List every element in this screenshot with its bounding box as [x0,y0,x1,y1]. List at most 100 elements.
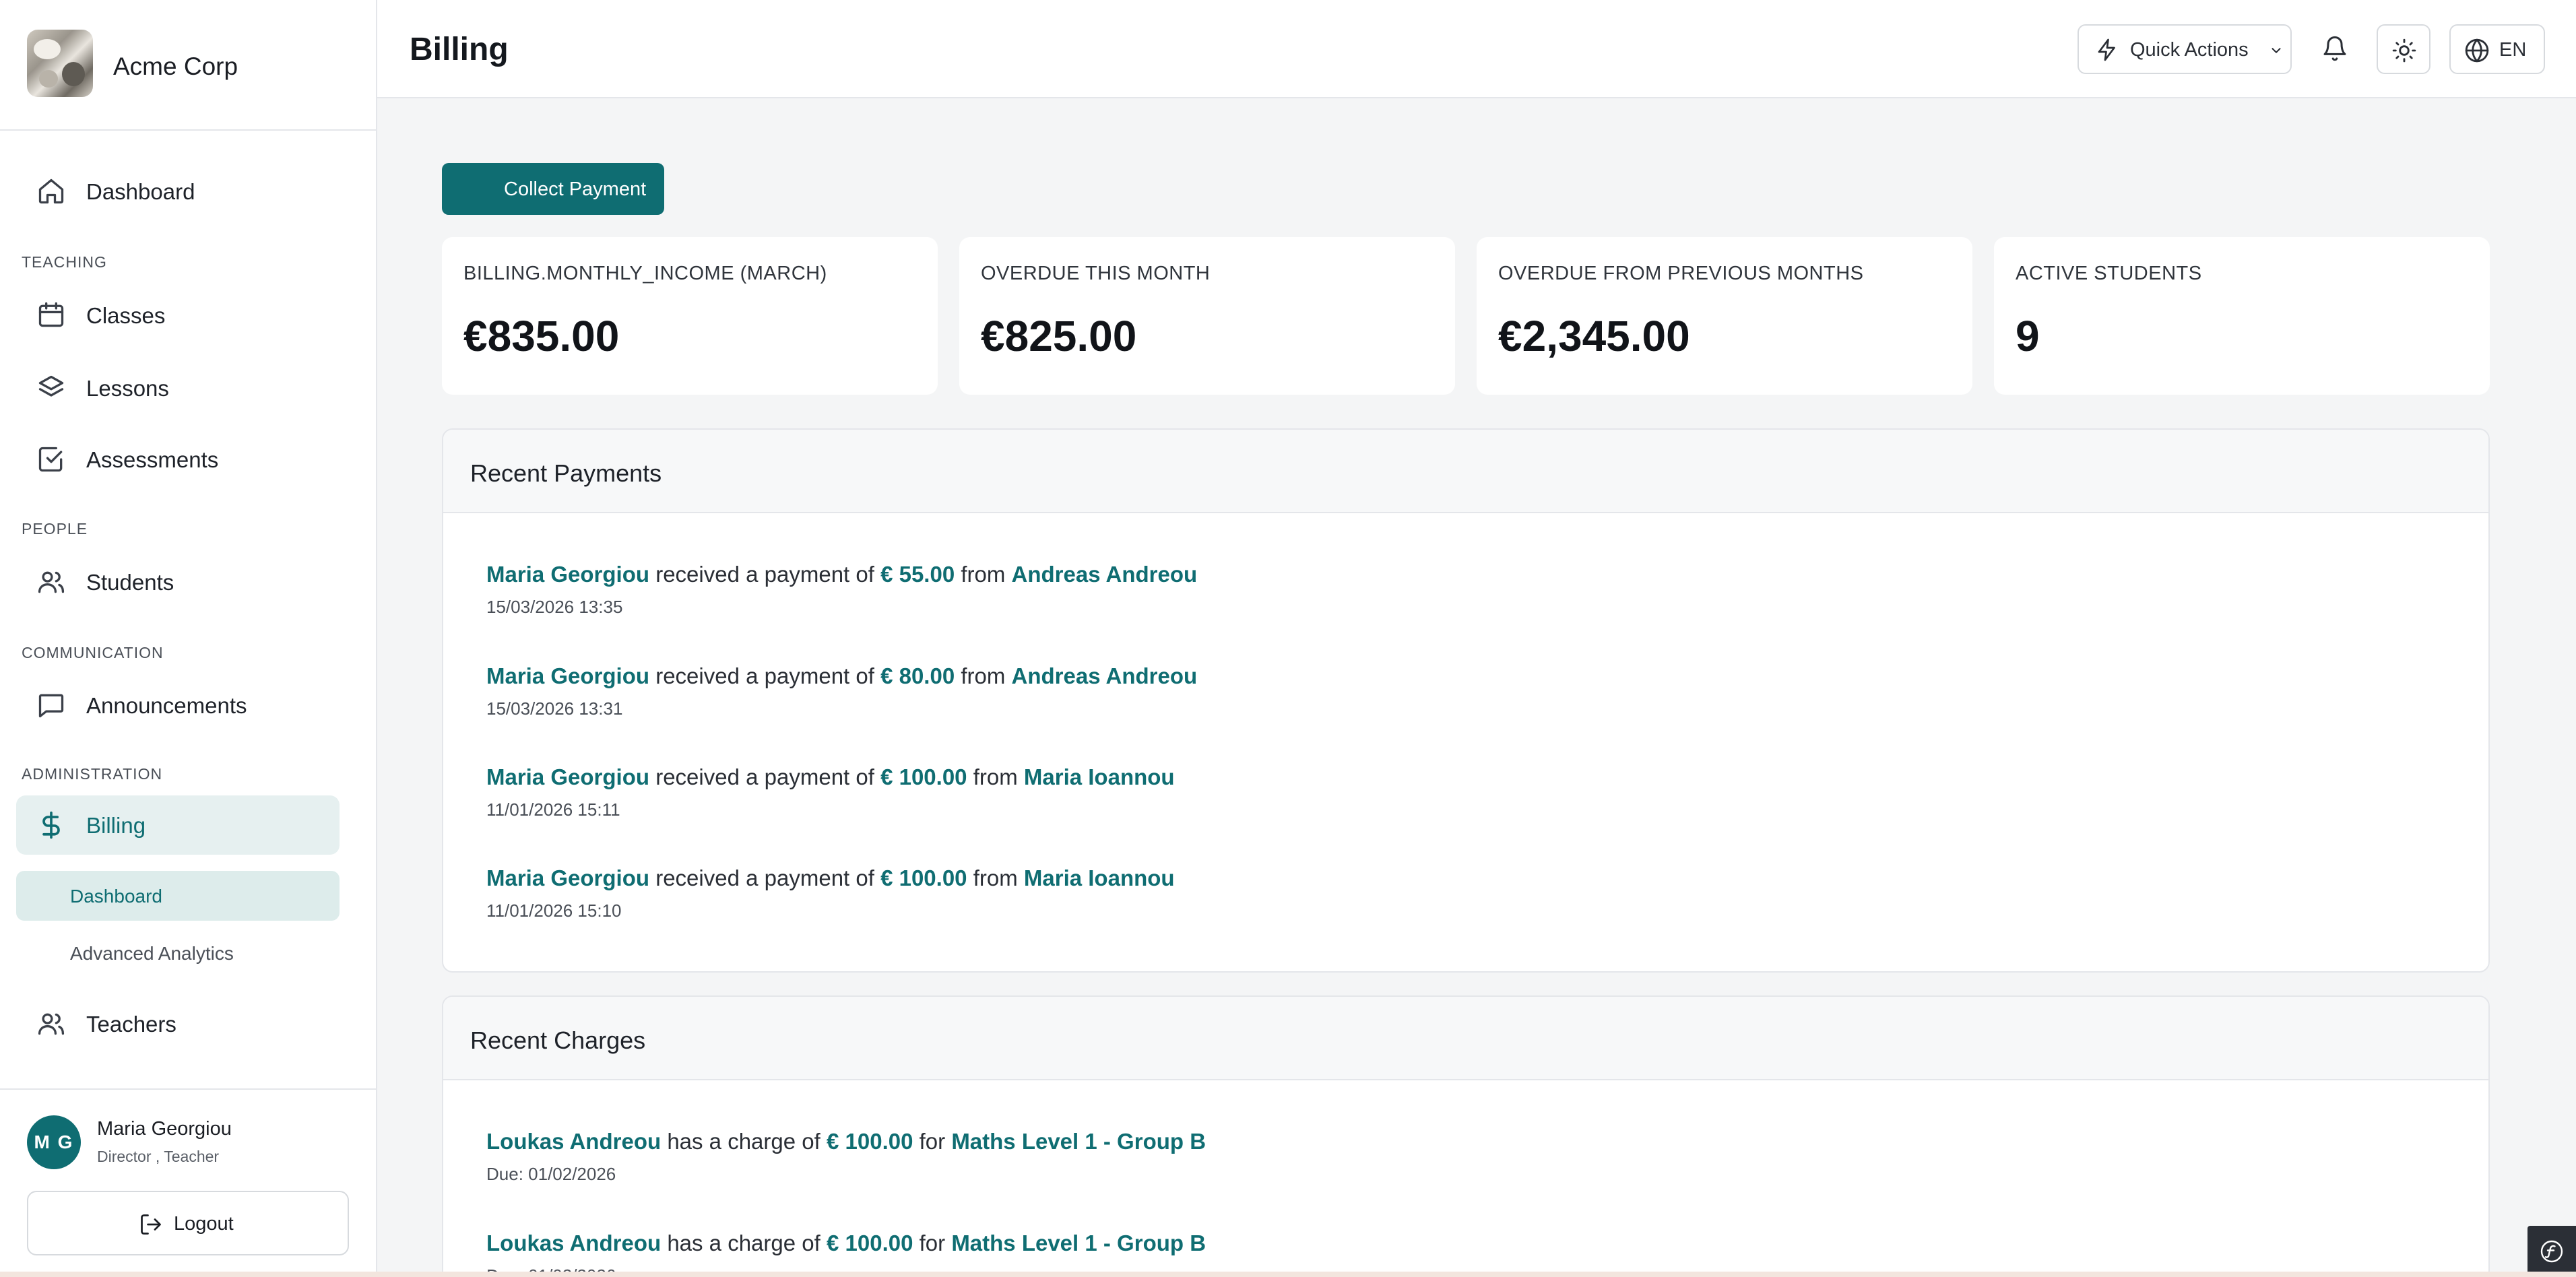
zap-icon [2098,38,2115,61]
sidebar-item-label: Billing [86,813,146,838]
sidebar-item-students[interactable]: Students [16,552,340,612]
payment-payer-link[interactable]: Andreas Andreou [1012,663,1198,688]
payment-date: 15/03/2026 13:31 [486,698,623,719]
section-label-people: PEOPLE [22,520,88,537]
charge-amount: € 100.00 [826,1129,913,1154]
sidebar-item-label: Announcements [86,693,247,718]
quick-actions-button[interactable]: Quick Actions [2078,24,2292,74]
payment-payer-link[interactable]: Andreas Andreou [1012,562,1198,587]
charge-text: has a charge of [667,1231,820,1255]
message-icon [38,694,64,718]
logout-icon [141,1214,161,1235]
section-label-communication: COMMUNICATION [22,644,164,661]
top-header: Billing Quick Actions EN [377,0,2576,98]
section-label-administration: ADMINISTRATION [22,765,163,783]
recent-charges-panel: Recent Charges Loukas Andreou has a char… [442,995,2490,1277]
payment-date: 11/01/2026 15:10 [486,901,622,921]
payment-payer-link[interactable]: Maria Ioannou [1024,764,1175,789]
charge-text: has a charge of [667,1129,820,1154]
panel-title: Recent Charges [470,1026,646,1054]
payment-amount: € 55.00 [880,562,955,587]
collect-payment-button[interactable]: Collect Payment [442,163,664,215]
sidebar-subitem-label: Advanced Analytics [70,943,234,964]
brand-logo [27,30,93,97]
sidebar-item-classes[interactable]: Classes [16,286,340,345]
sun-icon [2392,38,2416,63]
sidebar-item-label: Lessons [86,376,169,401]
charge-student-link[interactable]: Loukas Andreou [486,1231,661,1255]
payment-text: from [973,865,1018,890]
payment-amount: € 100.00 [880,865,967,890]
stat-card-active-students: ACTIVE STUDENTS 9 [1994,237,2490,395]
charge-group-link[interactable]: Maths Level 1 - Group B [951,1129,1206,1154]
sidebar-item-billing[interactable]: Billing [16,795,340,855]
sidebar-subitem-advanced-analytics[interactable]: Advanced Analytics [16,928,340,978]
payment-text: received a payment of [655,865,874,890]
calendar-icon [38,302,64,327]
panel-title: Recent Payments [470,459,662,487]
charge-text: for [919,1129,946,1154]
charge-text: for [919,1231,946,1255]
sidebar-item-announcements[interactable]: Announcements [16,676,340,735]
stat-card-overdue-this-month: OVERDUE THIS MONTH €825.00 [959,237,1455,395]
theme-toggle-button[interactable] [2377,24,2430,74]
payment-entry: Maria Georgiou received a payment of € 1… [486,764,1175,820]
language-button[interactable]: EN [2449,24,2545,74]
stat-label: OVERDUE THIS MONTH [981,263,1211,284]
users-icon [38,1013,65,1035]
sidebar-item-label: Classes [86,303,166,328]
sidebar-item-dashboard[interactable]: Dashboard [16,162,340,221]
charge-amount: € 100.00 [826,1231,913,1255]
bell-icon[interactable] [2321,35,2348,62]
payment-recipient-link[interactable]: Maria Georgiou [486,764,649,789]
logout-button[interactable]: Logout [27,1191,349,1255]
charge-due-date: Due: 01/02/2026 [486,1164,616,1184]
avatar[interactable]: M G [27,1115,81,1169]
debug-toolbar-badge[interactable] [2527,1226,2576,1277]
stat-card-overdue-previous-months: OVERDUE FROM PREVIOUS MONTHS €2,345.00 [1477,237,1972,395]
payment-text: from [961,663,1006,688]
page-title: Billing [410,32,509,67]
globe-icon [2465,38,2489,63]
stat-label: BILLING.MONTHLY_INCOME (MARCH) [463,263,827,284]
charge-student-link[interactable]: Loukas Andreou [486,1129,661,1154]
recent-payments-panel: Recent Payments Maria Georgiou received … [442,428,2490,973]
stat-card-monthly-income: BILLING.MONTHLY_INCOME (MARCH) €835.00 [442,237,938,395]
payment-payer-link[interactable]: Maria Ioannou [1024,865,1175,890]
framework-logo-icon [2540,1240,2563,1263]
stat-value: €825.00 [981,312,1137,360]
panel-header: Recent Payments [443,430,2488,513]
sidebar-subitem-label: Dashboard [70,886,162,907]
payment-text: from [961,562,1006,587]
stat-label: ACTIVE STUDENTS [2016,263,2202,284]
user-panel: M G Maria Georgiou Director , Teacher Lo… [0,1088,376,1277]
collect-payment-label: Collect Payment [504,178,647,200]
payment-date: 11/01/2026 15:11 [486,799,620,820]
payment-recipient-link[interactable]: Maria Georgiou [486,663,649,688]
payment-amount: € 80.00 [880,663,955,688]
charge-group-link[interactable]: Maths Level 1 - Group B [951,1231,1206,1255]
sidebar-item-label: Assessments [86,447,219,472]
payment-entry: Maria Georgiou received a payment of € 1… [486,865,1175,921]
payment-entry: Maria Georgiou received a payment of € 8… [486,663,1197,719]
payment-text: received a payment of [655,764,874,789]
section-label-teaching: TEACHING [22,253,107,271]
quick-actions-label: Quick Actions [2130,39,2249,61]
sidebar-item-assessments[interactable]: Assessments [16,430,340,489]
sidebar-item-label: Dashboard [86,179,195,204]
stat-value: 9 [2016,312,2040,360]
brand[interactable]: Acme Corp [0,0,376,131]
sidebar-subitem-billing-dashboard[interactable]: Dashboard [16,871,340,921]
payment-date: 15/03/2026 13:35 [486,597,623,617]
sidebar-item-label: Students [86,570,174,595]
sidebar-item-lessons[interactable]: Lessons [16,358,340,418]
stat-label: OVERDUE FROM PREVIOUS MONTHS [1498,263,1864,284]
payment-recipient-link[interactable]: Maria Georgiou [486,865,649,890]
sidebar: Acme Corp Dashboard TEACHING Classes Les… [0,0,377,1277]
payment-recipient-link[interactable]: Maria Georgiou [486,562,649,587]
stat-value: €835.00 [463,312,620,360]
payment-entry: Maria Georgiou received a payment of € 5… [486,562,1197,618]
panel-header: Recent Charges [443,997,2488,1080]
sidebar-item-teachers[interactable]: Teachers [16,994,340,1053]
brand-name: Acme Corp [113,53,238,80]
